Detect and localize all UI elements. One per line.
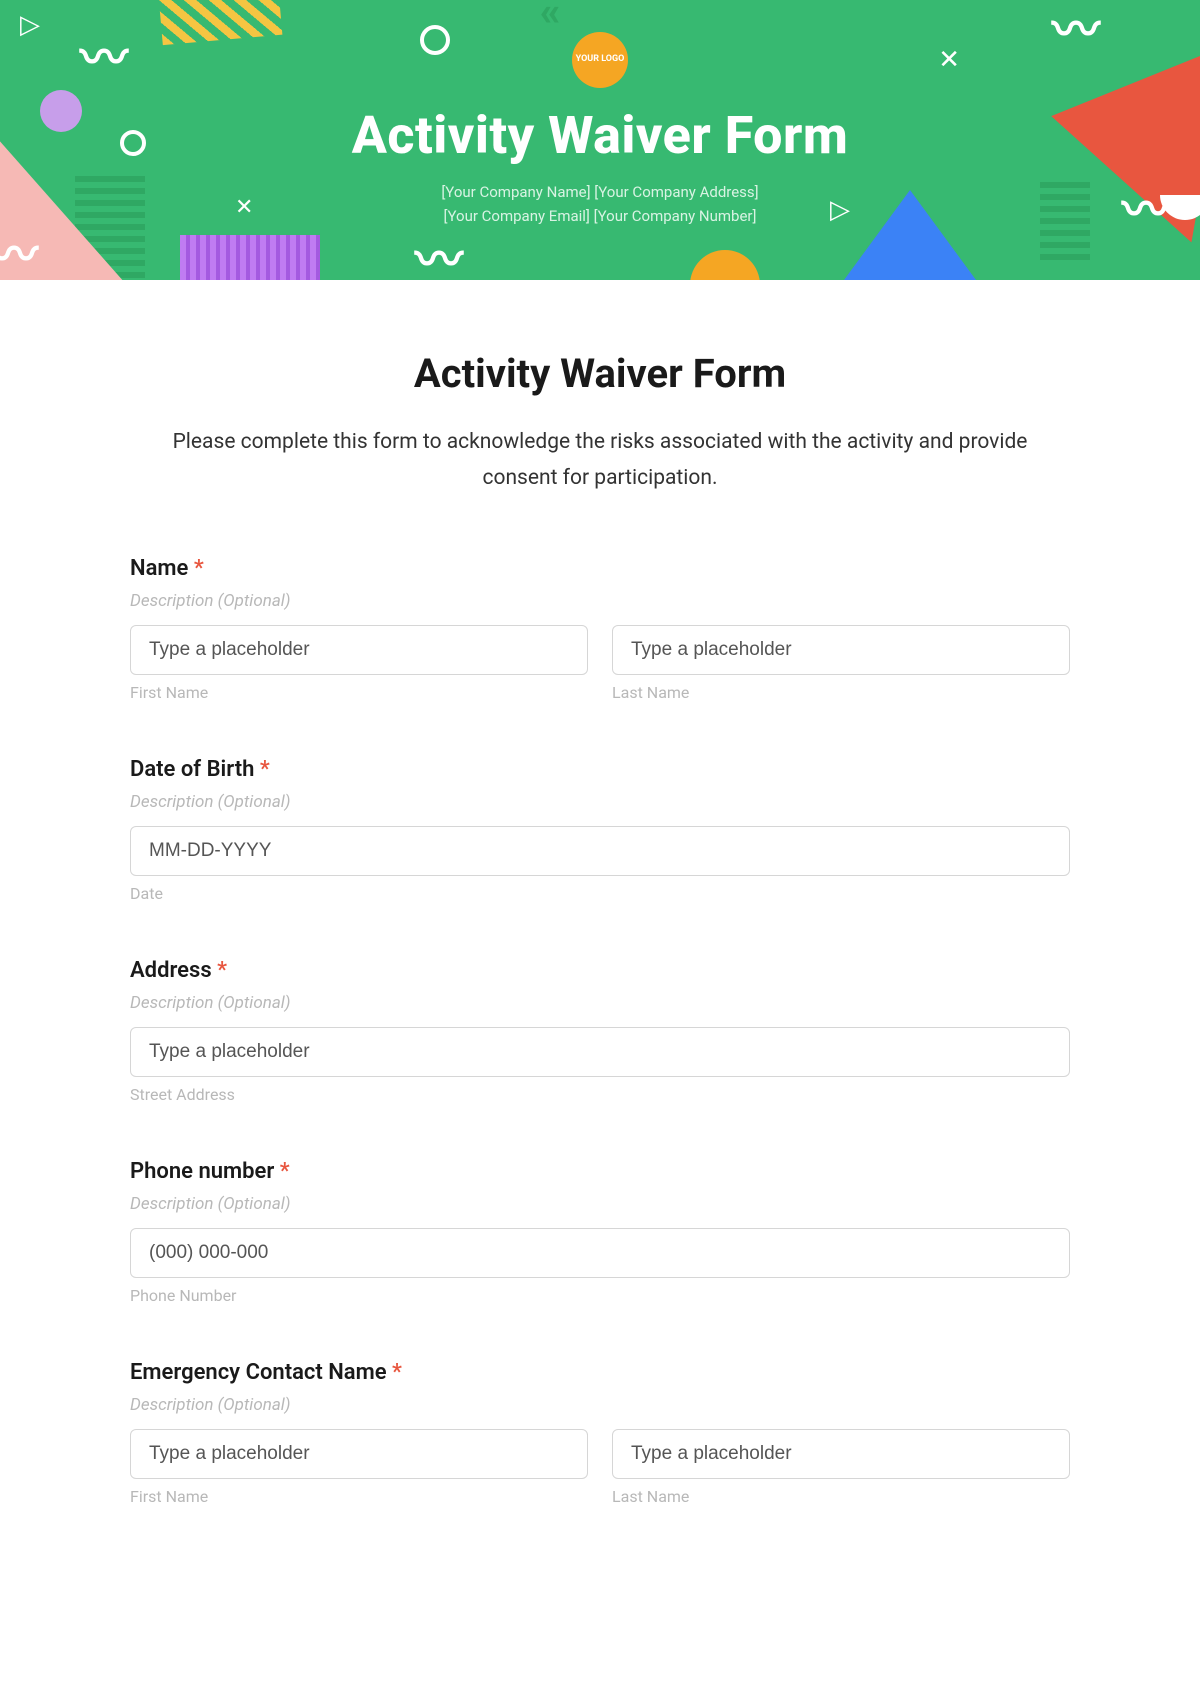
- street-address-sublabel: Street Address: [130, 1085, 1070, 1104]
- form-title: Activity Waiver Form: [130, 350, 1070, 397]
- name-label-text: Name: [130, 556, 188, 581]
- field-phone: Phone number * Description (Optional) Ph…: [130, 1159, 1070, 1305]
- logo-text: YOUR LOGO: [576, 55, 625, 65]
- field-emergency: Emergency Contact Name * Description (Op…: [130, 1360, 1070, 1506]
- address-label-text: Address: [130, 958, 212, 983]
- dob-input[interactable]: [130, 826, 1070, 876]
- phone-sublabel: Phone Number: [130, 1286, 1070, 1305]
- first-name-input[interactable]: [130, 625, 588, 675]
- emergency-label-text: Emergency Contact Name: [130, 1360, 387, 1385]
- phone-hint: Description (Optional): [130, 1194, 1070, 1214]
- decor-squiggle-3: 〰: [1052, 0, 1100, 60]
- last-name-input[interactable]: [612, 625, 1070, 675]
- header-banner: ✕ ✕ 〰 〰 〰 〰 〰 ▷ ▷ « YOUR LOGO Activity W…: [0, 0, 1200, 280]
- logo-badge: YOUR LOGO: [572, 32, 628, 88]
- required-marker: *: [217, 958, 227, 983]
- first-name-sublabel: First Name: [130, 683, 588, 702]
- company-line-1: [Your Company Name] [Your Company Addres…: [0, 180, 1200, 204]
- last-name-sublabel: Last Name: [612, 683, 1070, 702]
- name-hint: Description (Optional): [130, 591, 1070, 611]
- decor-squiggle-5: 〰: [415, 220, 463, 280]
- decor-stripes-yellow: [158, 0, 283, 45]
- decor-squiggle-1: 〰: [80, 18, 128, 88]
- dob-sublabel: Date: [130, 884, 1070, 903]
- address-label: Address *: [130, 958, 1070, 983]
- form-content: Activity Waiver Form Please complete thi…: [0, 280, 1200, 1566]
- emergency-label: Emergency Contact Name *: [130, 1360, 1070, 1385]
- decor-x-icon-2: ✕: [938, 45, 960, 75]
- phone-label-text: Phone number: [130, 1159, 274, 1184]
- address-hint: Description (Optional): [130, 993, 1070, 1013]
- name-label: Name *: [130, 556, 1070, 581]
- street-address-input[interactable]: [130, 1027, 1070, 1077]
- emergency-first-name-sublabel: First Name: [130, 1487, 588, 1506]
- required-marker: *: [260, 757, 270, 782]
- decor-rect-purple: [180, 235, 320, 280]
- decor-ring-medium: [420, 25, 450, 55]
- field-name: Name * Description (Optional) First Name…: [130, 556, 1070, 702]
- decor-arrow-icon-1: ▷: [20, 10, 40, 40]
- company-line-2: [Your Company Email] [Your Company Numbe…: [0, 204, 1200, 228]
- field-dob: Date of Birth * Description (Optional) D…: [130, 757, 1070, 903]
- required-marker: *: [280, 1159, 290, 1184]
- company-info: [Your Company Name] [Your Company Addres…: [0, 180, 1200, 228]
- required-marker: *: [194, 556, 204, 581]
- emergency-hint: Description (Optional): [130, 1395, 1070, 1415]
- form-description: Please complete this form to acknowledge…: [130, 425, 1070, 496]
- phone-input[interactable]: [130, 1228, 1070, 1278]
- banner-title: Activity Waiver Form: [0, 105, 1200, 166]
- dob-hint: Description (Optional): [130, 792, 1070, 812]
- emergency-first-name-input[interactable]: [130, 1429, 588, 1479]
- dob-label-text: Date of Birth: [130, 757, 254, 782]
- emergency-last-name-input[interactable]: [612, 1429, 1070, 1479]
- decor-half-circle-yellow: [690, 250, 760, 280]
- dob-label: Date of Birth *: [130, 757, 1070, 782]
- field-address: Address * Description (Optional) Street …: [130, 958, 1070, 1104]
- emergency-last-name-sublabel: Last Name: [612, 1487, 1070, 1506]
- required-marker: *: [392, 1360, 402, 1385]
- decor-chevrons-icon: «: [540, 0, 561, 35]
- phone-label: Phone number *: [130, 1159, 1070, 1184]
